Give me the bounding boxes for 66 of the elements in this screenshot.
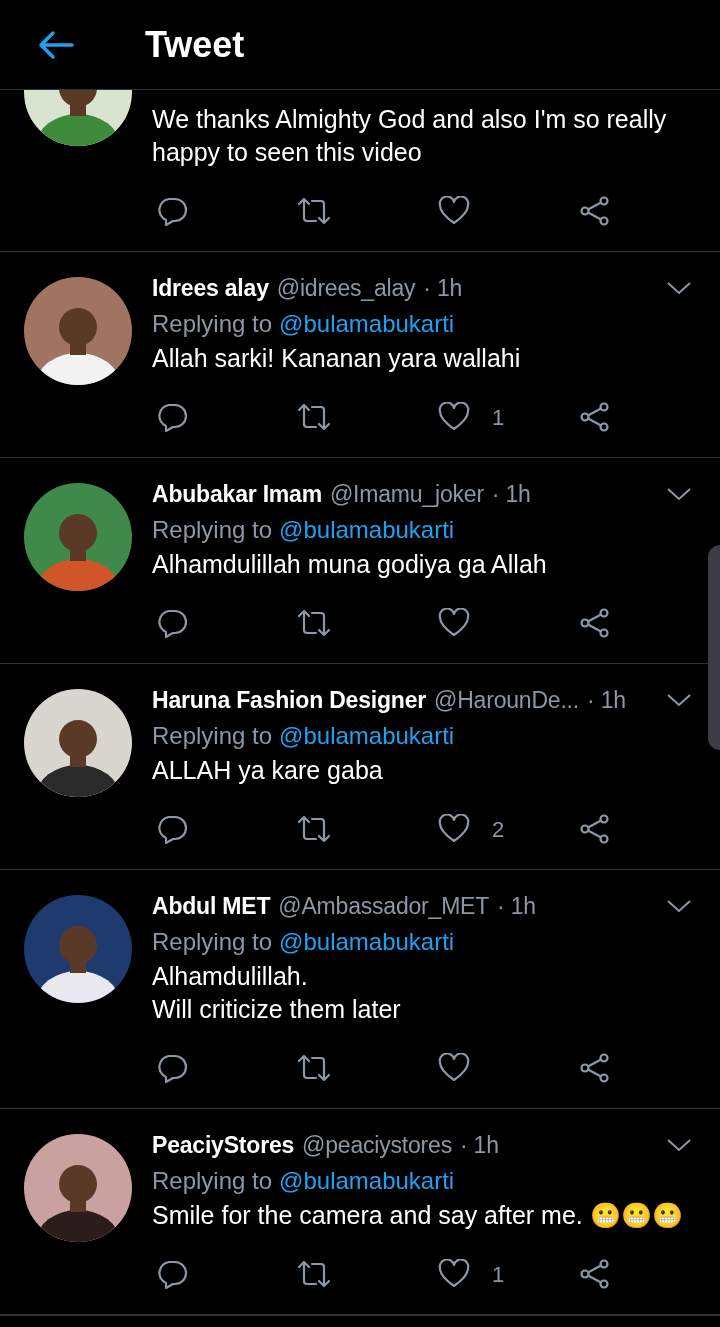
- timestamp: · 1h: [459, 1130, 499, 1160]
- mention-link[interactable]: @bulamabukarti: [279, 306, 455, 342]
- retweet-icon[interactable]: [296, 1259, 332, 1289]
- heart-icon[interactable]: [438, 196, 470, 226]
- user-name: Abdul MET: [152, 891, 271, 921]
- share-icon[interactable]: [579, 1053, 611, 1083]
- user-handle: @idrees_alay: [276, 273, 416, 303]
- timestamp: · 1h: [497, 891, 536, 921]
- like-count: 1: [492, 1260, 505, 1289]
- timestamp: · 1h: [491, 479, 531, 509]
- chevron-down-icon[interactable]: [666, 487, 692, 501]
- retweet-icon[interactable]: [296, 1053, 332, 1083]
- retweet-icon[interactable]: [296, 814, 332, 844]
- chevron-down-icon[interactable]: [666, 693, 692, 707]
- reply-icon[interactable]: [156, 402, 188, 432]
- tweet-text: Alhamdulillah muna godiya ga Allah: [152, 549, 548, 580]
- replying-label: Replying to: [152, 927, 273, 957]
- retweet-icon[interactable]: [296, 402, 332, 432]
- reply-icon[interactable]: [156, 608, 188, 638]
- tweet-text: Smile for the camera and say after me. 😬😬😬: [152, 1200, 684, 1231]
- reply-icon[interactable]: [156, 1053, 188, 1083]
- user-handle: @HarounDe...: [434, 685, 579, 715]
- heart-icon[interactable]: [438, 608, 470, 638]
- share-icon[interactable]: [579, 608, 611, 638]
- like-count: 1: [492, 403, 505, 432]
- mention-link[interactable]: @bulamabukarti: [279, 718, 455, 754]
- replying-label: Replying to: [152, 515, 273, 545]
- tweet-text: Allah sarki! Kananan yara wallahi: [152, 343, 522, 374]
- chevron-down-icon[interactable]: [666, 281, 692, 295]
- tweet-text: Alhamdulillah. Will criticize them later: [152, 961, 402, 1025]
- reply-icon[interactable]: [156, 196, 188, 226]
- replying-label: Replying to: [152, 1166, 273, 1196]
- share-icon[interactable]: [579, 402, 611, 432]
- share-icon[interactable]: [579, 1259, 611, 1289]
- page-title: Tweet: [145, 22, 245, 67]
- timestamp: · 1h: [423, 273, 463, 303]
- heart-icon[interactable]: [438, 1053, 470, 1083]
- scroll-thumb[interactable]: [708, 545, 720, 750]
- user-handle: @Imamu_joker: [329, 479, 484, 509]
- user-handle: @Ambassador_MET: [278, 891, 490, 921]
- reply-icon[interactable]: [156, 814, 188, 844]
- user-name: PeaciyStores: [152, 1130, 295, 1160]
- heart-icon[interactable]: [438, 1259, 470, 1289]
- mention-link[interactable]: @bulamabukarti: [279, 1163, 455, 1199]
- share-icon[interactable]: [579, 814, 611, 844]
- retweet-icon[interactable]: [296, 196, 332, 226]
- tweet-text: We thanks Almighty God and also I'm so really happy to seen this video: [152, 104, 668, 168]
- chevron-down-icon[interactable]: [666, 1138, 692, 1152]
- back-arrow-icon[interactable]: [38, 29, 74, 60]
- mention-link[interactable]: @bulamabukarti: [279, 512, 455, 548]
- timestamp: · 1h: [587, 685, 626, 715]
- user-name: Haruna Fashion Designer: [152, 685, 427, 715]
- retweet-icon[interactable]: [296, 608, 332, 638]
- user-name: Idrees alay: [152, 273, 269, 303]
- replying-label: Replying to: [152, 309, 273, 339]
- user-name: Abubakar Imam: [152, 479, 322, 509]
- user-handle: @peaciystores: [302, 1130, 452, 1160]
- heart-icon[interactable]: [438, 402, 470, 432]
- heart-icon[interactable]: [438, 814, 470, 844]
- tweet-text: ALLAH ya kare gaba: [152, 755, 384, 786]
- like-count: 2: [492, 815, 505, 844]
- replying-label: Replying to: [152, 721, 273, 751]
- share-icon[interactable]: [579, 196, 611, 226]
- chevron-down-icon[interactable]: [666, 899, 692, 913]
- mention-link[interactable]: @bulamabukarti: [279, 924, 455, 960]
- reply-icon[interactable]: [156, 1259, 188, 1289]
